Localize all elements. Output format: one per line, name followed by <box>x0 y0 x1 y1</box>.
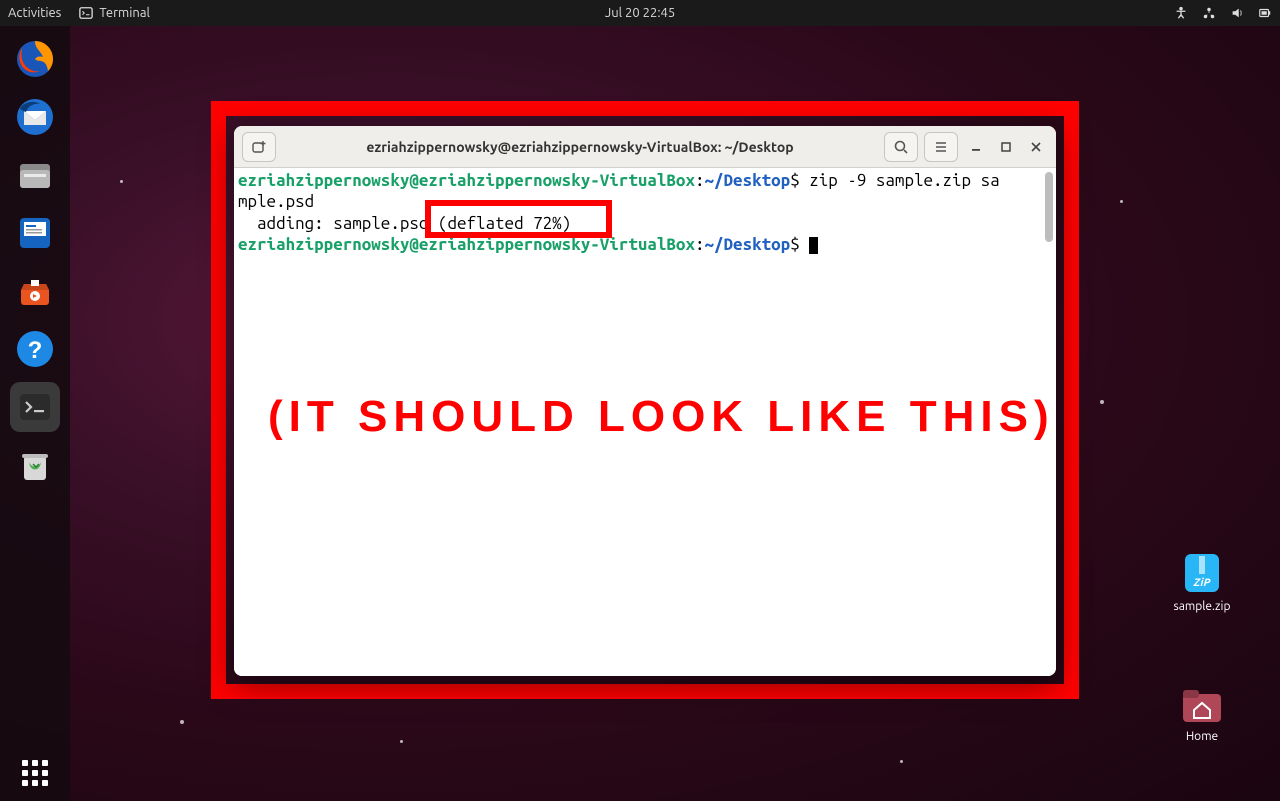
output-adding: adding: sample.psd <box>238 214 438 233</box>
accessibility-icon[interactable] <box>1174 6 1188 20</box>
network-icon[interactable] <box>1202 6 1216 20</box>
hamburger-icon <box>933 139 949 155</box>
dock: ? <box>0 26 70 801</box>
search-icon <box>893 139 909 155</box>
desktop-file-zip[interactable]: ZiP sample.zip <box>1162 550 1242 613</box>
prompt-path: ~/Desktop <box>705 171 791 190</box>
thunderbird-icon[interactable] <box>10 92 60 142</box>
cursor <box>809 237 818 254</box>
menu-button[interactable] <box>924 132 958 162</box>
top-panel: Activities Terminal Jul 20 22:45 <box>0 0 1280 26</box>
command-wrap: mple.psd <box>238 192 314 211</box>
terminal-titlebar[interactable]: ezriahzippernowsky@ezriahzippernowsky-Vi… <box>234 126 1056 168</box>
software-icon[interactable] <box>10 266 60 316</box>
activities-button[interactable]: Activities <box>8 6 61 20</box>
volume-icon[interactable] <box>1230 6 1244 20</box>
annotation-highlight-box <box>425 200 612 238</box>
new-tab-icon <box>251 139 267 155</box>
minimize-button[interactable] <box>964 135 988 159</box>
files-icon[interactable] <box>10 150 60 200</box>
window-title: ezriahzippernowsky@ezriahzippernowsky-Vi… <box>282 139 878 155</box>
desktop-folder-label: Home <box>1186 730 1218 743</box>
search-button[interactable] <box>884 132 918 162</box>
writer-icon[interactable] <box>10 208 60 258</box>
maximize-icon <box>1000 141 1012 153</box>
prompt-colon: : <box>695 171 705 190</box>
new-tab-button[interactable] <box>242 132 276 162</box>
command-text: zip -9 sample.zip sa <box>800 171 1000 190</box>
maximize-button[interactable] <box>994 135 1018 159</box>
close-button[interactable] <box>1024 135 1048 159</box>
prompt-symbol: $ <box>790 171 800 190</box>
terminal-small-icon <box>79 6 93 20</box>
close-icon <box>1030 141 1042 153</box>
annotation-caption: (IT SHOULD LOOK LIKE THIS) <box>268 392 1055 442</box>
scrollbar-thumb[interactable] <box>1045 172 1053 242</box>
svg-text:?: ? <box>28 337 43 364</box>
battery-icon[interactable] <box>1258 6 1272 20</box>
svg-text:ZiP: ZiP <box>1193 577 1211 589</box>
apps-grid-button[interactable] <box>15 753 55 793</box>
active-app-indicator[interactable]: Terminal <box>79 6 150 20</box>
desktop-file-label: sample.zip <box>1174 600 1231 613</box>
desktop-home-folder[interactable]: Home <box>1162 680 1242 743</box>
zip-file-icon: ZiP <box>1179 550 1225 596</box>
prompt-colon: : <box>695 235 705 254</box>
active-app-name: Terminal <box>99 6 150 20</box>
command-empty <box>800 235 810 254</box>
prompt-path: ~/Desktop <box>705 235 791 254</box>
firefox-icon[interactable] <box>10 34 60 84</box>
minimize-icon <box>970 141 982 153</box>
help-icon[interactable]: ? <box>10 324 60 374</box>
clock[interactable]: Jul 20 22:45 <box>605 6 675 20</box>
trash-icon[interactable] <box>10 440 60 490</box>
terminal-icon[interactable] <box>10 382 60 432</box>
prompt-user: ezriahzippernowsky@ezriahzippernowsky-Vi… <box>238 171 695 190</box>
prompt-symbol: $ <box>790 235 800 254</box>
home-folder-icon <box>1179 680 1225 726</box>
